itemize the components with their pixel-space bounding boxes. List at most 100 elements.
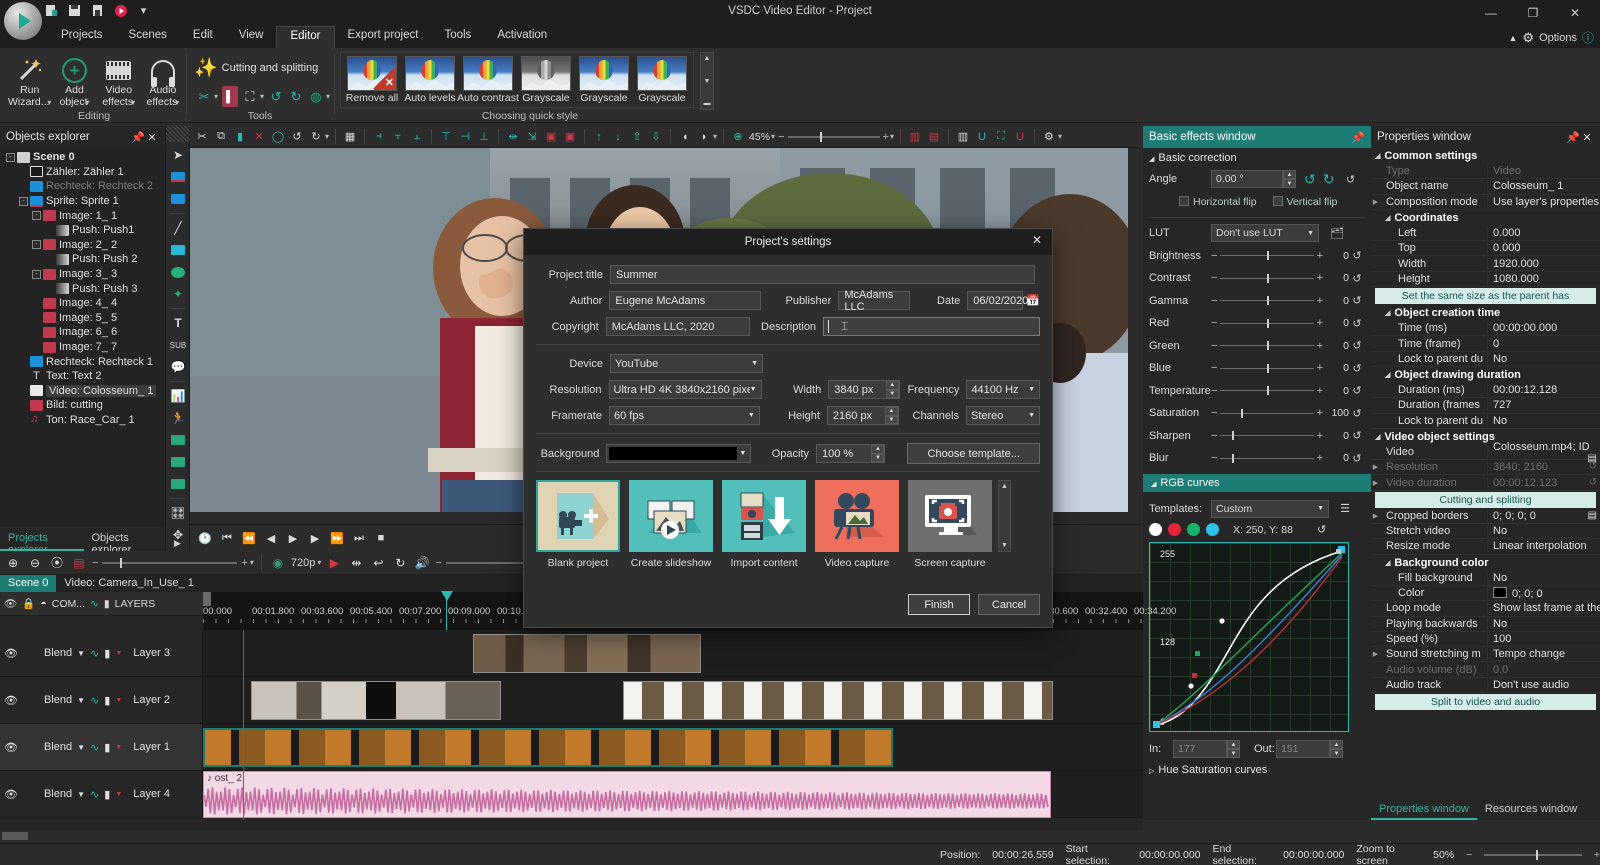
tree-toggle-icon[interactable]: - xyxy=(32,240,41,249)
save-as-icon[interactable] xyxy=(90,3,105,18)
track-body[interactable] xyxy=(203,677,1143,723)
opacity-stepper[interactable]: ▲ ▼ xyxy=(871,445,884,462)
property-row[interactable]: Height1080.000 xyxy=(1371,272,1600,287)
property-value-cell[interactable]: 0.0 xyxy=(1488,664,1600,676)
template-tile-import-content[interactable]: Import content xyxy=(722,480,806,569)
opacity-up-icon[interactable]: ▲ xyxy=(871,445,884,454)
align-right-icon[interactable]: ⫠ xyxy=(409,129,425,145)
skip-end-icon[interactable]: ⏭ xyxy=(350,529,368,547)
menu-tab-tools[interactable]: Tools xyxy=(431,26,484,48)
reset-icon[interactable]: ↺ xyxy=(1349,362,1365,375)
layers-icon[interactable] xyxy=(166,188,190,210)
timeline-zoom-slider[interactable] xyxy=(102,562,237,564)
rgb-curves-graph[interactable]: 255 128 0 xyxy=(1149,542,1349,732)
cutting-splitting-label[interactable]: Cutting and splitting xyxy=(222,62,319,74)
tab-objects-explorer[interactable]: Objects explorer xyxy=(84,527,166,551)
property-value-cell[interactable]: 00:00:00.000 xyxy=(1488,322,1600,334)
pin-icon[interactable]: 📌 xyxy=(1566,131,1580,144)
publisher-input[interactable]: McAdams LLC xyxy=(838,291,909,310)
prev-frame-icon[interactable]: ◀ xyxy=(262,529,280,547)
timeline-track[interactable]: 👁Blend▼∿▮▼Layer 1 xyxy=(0,724,1143,771)
collapse-ribbon-icon[interactable]: ▲ xyxy=(1508,33,1517,43)
scroll-up-icon[interactable]: ▲ xyxy=(704,55,711,62)
reset-icon[interactable]: ↺ xyxy=(1349,429,1365,442)
undo-icon[interactable]: ↺ xyxy=(289,129,305,145)
zoom-fit-icon[interactable]: ⊕ xyxy=(730,129,746,145)
delete-layer-icon[interactable]: ▤ xyxy=(70,554,88,572)
stop-icon[interactable]: ■ xyxy=(372,529,390,547)
opacity-icon[interactable]: ▮ xyxy=(104,647,110,660)
fit-height-icon[interactable]: ▣ xyxy=(562,129,578,145)
track-header[interactable]: 👁Blend▼∿▮▼Layer 1 xyxy=(0,724,203,770)
property-row[interactable]: Lock to parent duNo xyxy=(1371,414,1600,429)
timeline-play-icon[interactable]: ▶ xyxy=(325,554,343,572)
status-zoom-slider[interactable] xyxy=(1484,854,1582,856)
options-label[interactable]: Options xyxy=(1539,32,1577,44)
channel-red-icon[interactable] xyxy=(1168,523,1181,536)
width-down-icon[interactable]: ▼ xyxy=(886,390,899,399)
zoom-to-screen-label[interactable]: Zoom to screen xyxy=(1356,843,1421,865)
preview-quality-value[interactable]: 720p xyxy=(291,557,315,569)
chevron-down-icon[interactable]: ▼ xyxy=(115,697,122,704)
background-color-select[interactable]: ▼ xyxy=(606,444,751,463)
scroll-down-icon[interactable]: ▼ xyxy=(1001,542,1008,549)
rectangle-icon[interactable] xyxy=(166,239,190,261)
property-group[interactable]: ◢Common settings xyxy=(1371,148,1600,164)
audio-icon[interactable] xyxy=(166,451,190,473)
quick-style-auto-levels[interactable]: Auto levels xyxy=(402,56,458,104)
lut-select[interactable]: Don't use LUT ▼ xyxy=(1211,224,1319,242)
track-body[interactable]: ♪ ost_ 2 xyxy=(203,771,1143,817)
menu-tab-projects[interactable]: Projects xyxy=(48,26,116,48)
property-row[interactable]: ▶Sound stretching mTempo change xyxy=(1371,647,1600,662)
app-logo[interactable] xyxy=(4,2,42,40)
property-row[interactable]: Object nameColosseum_ 1 xyxy=(1371,179,1600,194)
close-icon[interactable]: ✕ xyxy=(1026,233,1048,251)
calendar-icon[interactable]: 📅 xyxy=(1026,294,1040,307)
video-clip[interactable] xyxy=(251,681,501,720)
description-input[interactable]: ⌶ xyxy=(823,317,1040,336)
wave-icon[interactable]: ∿ xyxy=(90,598,99,610)
bounds-icon[interactable]: ⛶ xyxy=(993,129,1009,145)
property-value-cell[interactable]: Colosseum_ 1 xyxy=(1488,180,1600,192)
scroll-more-icon[interactable]: ▬ xyxy=(704,100,711,107)
tree-item[interactable]: Image: 6_ 6 xyxy=(0,325,165,340)
reset-icon[interactable]: ↺ xyxy=(1349,249,1365,262)
preview-zoom-value[interactable]: 45% xyxy=(749,131,770,143)
channel-white-icon[interactable] xyxy=(1149,523,1162,536)
move-down-icon[interactable]: ↓ xyxy=(610,129,626,145)
wave-icon[interactable]: ∿ xyxy=(90,788,99,801)
sprite-icon[interactable]: 🏃 xyxy=(166,407,190,429)
property-value-cell[interactable]: Video xyxy=(1488,165,1600,177)
out-input[interactable]: 151 xyxy=(1276,740,1330,758)
expand-icon[interactable]: ▶ xyxy=(1371,479,1380,487)
wave-icon[interactable]: ∿ xyxy=(90,741,99,754)
tree-item[interactable]: Push: Push 3 xyxy=(0,281,165,296)
property-row[interactable]: Playing backwardsNo xyxy=(1371,617,1600,632)
tree-item[interactable]: Image: 5_ 5 xyxy=(0,311,165,326)
opacity-icon[interactable]: ▮ xyxy=(104,598,110,610)
playhead-marker[interactable] xyxy=(441,591,453,601)
property-value-cell[interactable]: 1920.000 xyxy=(1488,258,1600,270)
add-layer-icon[interactable]: ⊕ xyxy=(4,554,22,572)
chevron-down-icon[interactable]: ▼ xyxy=(115,791,122,798)
pin-icon[interactable]: 📌 xyxy=(1351,131,1365,144)
height-input[interactable]: 2160 px ▲ ▼ xyxy=(827,406,899,425)
property-value-cell[interactable]: 1080.000 xyxy=(1488,273,1600,285)
frequency-select[interactable]: 44100 Hz ▼ xyxy=(966,380,1040,399)
tree-item[interactable]: Bild: cutting xyxy=(0,398,165,413)
vertical-flip-checkbox[interactable]: Vertical flip xyxy=(1273,196,1338,208)
timeline-icon[interactable]: 🎛 xyxy=(166,502,190,524)
track-body[interactable] xyxy=(203,630,1143,676)
rectangle-object-icon[interactable] xyxy=(166,166,190,188)
reset-icon[interactable]: ↺ xyxy=(1589,477,1600,488)
tree-item[interactable]: Rechteck: Rechteck 1 xyxy=(0,354,165,369)
property-value-cell[interactable]: Tempo change xyxy=(1488,648,1600,660)
opacity-icon[interactable]: ▮ xyxy=(104,694,110,707)
delete-icon[interactable]: ✕ xyxy=(251,129,267,145)
slider-control[interactable]: −+ xyxy=(1211,452,1323,464)
eye-icon[interactable]: 👁 xyxy=(4,788,18,801)
out-down-icon[interactable]: ▼ xyxy=(1330,749,1343,758)
property-row[interactable]: Color0; 0; 0 xyxy=(1371,586,1600,601)
cursor-icon[interactable]: ➤ xyxy=(166,144,190,166)
to-front-icon[interactable]: ⇧ xyxy=(629,129,645,145)
